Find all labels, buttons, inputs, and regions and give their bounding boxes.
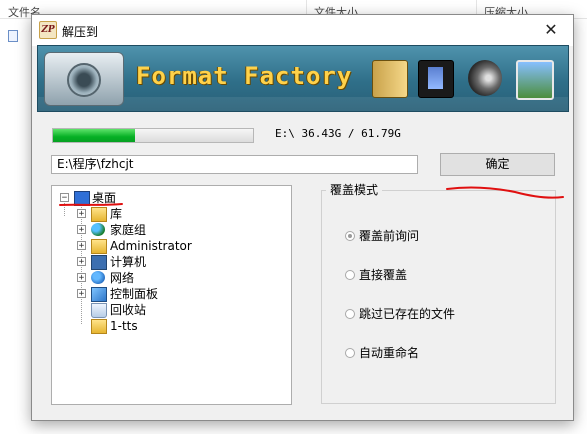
annotation-underline xyxy=(59,203,123,206)
annotation-layer xyxy=(59,186,564,206)
annotation-stroke xyxy=(446,186,564,199)
